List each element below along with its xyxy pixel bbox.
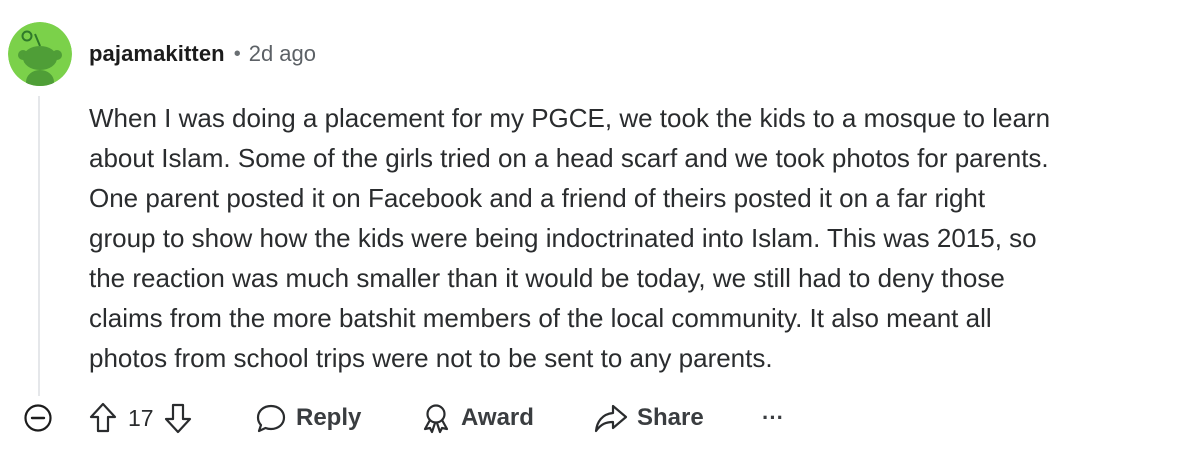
- meta-separator: •: [233, 42, 241, 65]
- reply-label: Reply: [296, 404, 362, 431]
- comment-body-line: about Islam. Some of the girls tried on …: [89, 143, 1049, 173]
- share-label: Share: [637, 404, 704, 431]
- comment: pajamakitten • 2d ago When I was doing a…: [0, 0, 1189, 451]
- comment-body: When I was doing a placement for my PGCE…: [89, 98, 1174, 378]
- collapse-button[interactable]: [22, 398, 54, 438]
- ellipsis-icon: ···: [762, 405, 784, 430]
- comment-body-line: group to show how the kids were being in…: [89, 223, 1037, 253]
- share-arrow-icon: [594, 404, 628, 433]
- comment-body-line: One parent posted it on Facebook and a f…: [89, 183, 986, 213]
- award-ribbon-icon: [423, 404, 449, 434]
- comment-body-line: When I was doing a placement for my PGCE…: [89, 103, 1051, 133]
- thread-line[interactable]: [38, 96, 40, 396]
- speech-bubble-icon: [256, 404, 286, 433]
- downvote-button[interactable]: [163, 401, 193, 435]
- comment-body-line: photos from school trips were not to be …: [89, 343, 773, 373]
- arrow-down-icon: [164, 403, 191, 434]
- comment-action-bar: 17 Reply Award Share ···: [22, 398, 822, 438]
- vote-score: 17: [128, 404, 154, 431]
- reply-button[interactable]: Reply: [254, 398, 361, 438]
- minus-circle-icon: [24, 404, 52, 432]
- more-options-button[interactable]: ···: [762, 398, 784, 438]
- arrow-up-icon: [89, 402, 117, 433]
- comment-body-line: claims from the more batshit members of …: [89, 303, 992, 333]
- comment-age[interactable]: 2d ago: [249, 41, 316, 67]
- award-label: Award: [461, 404, 534, 431]
- share-button[interactable]: Share: [593, 398, 704, 438]
- snoo-avatar-icon: [8, 22, 72, 86]
- avatar[interactable]: [8, 22, 72, 86]
- author-username[interactable]: pajamakitten: [89, 41, 225, 67]
- upvote-button[interactable]: [88, 401, 118, 435]
- comment-body-line: the reaction was much smaller than it wo…: [89, 263, 1005, 293]
- comment-header: pajamakitten • 2d ago: [89, 38, 316, 70]
- vote-control: 17: [88, 398, 193, 438]
- award-button[interactable]: Award: [419, 398, 534, 438]
